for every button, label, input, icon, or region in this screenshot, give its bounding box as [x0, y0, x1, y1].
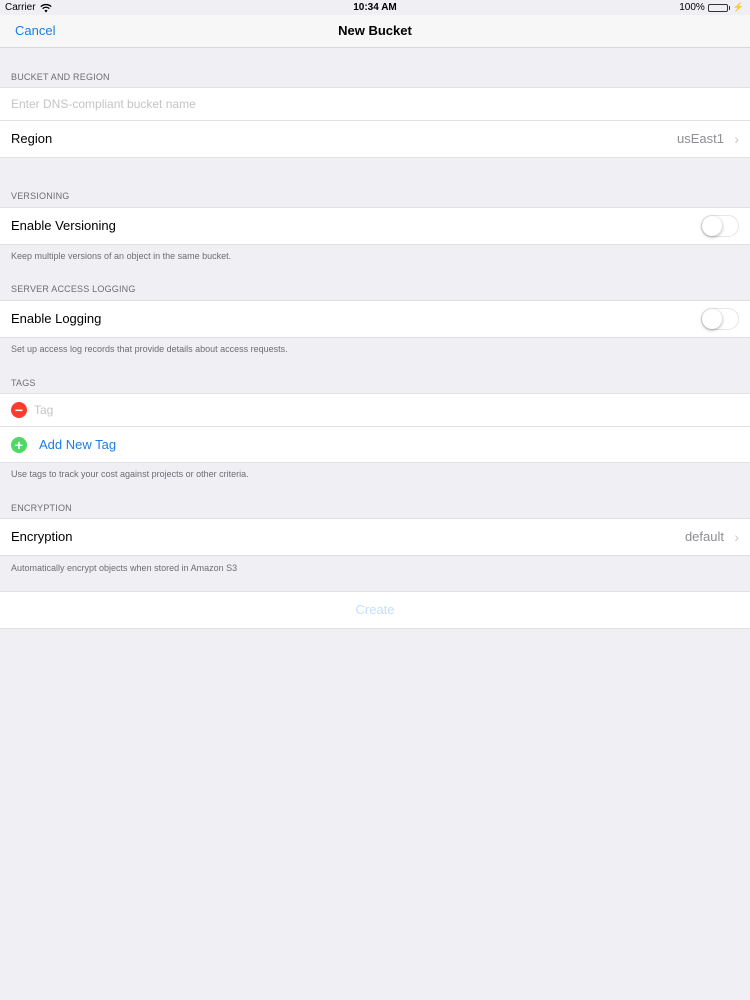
section-header-encryption: ENCRYPTION [11, 503, 72, 513]
charging-bolt-icon: ⚡ [732, 2, 744, 12]
section-header-versioning: VERSIONING [11, 191, 70, 201]
tags-group: − Tag + Add New Tag [0, 393, 750, 463]
toggle-knob [702, 216, 722, 236]
versioning-toggle[interactable] [701, 215, 739, 237]
battery-tip [728, 5, 730, 10]
page-title: New Bucket [338, 23, 412, 38]
tags-footer: Use tags to track your cost against proj… [11, 469, 249, 479]
section-header-logging: SERVER ACCESS LOGGING [11, 284, 136, 294]
enable-versioning-row: Enable Versioning [0, 208, 750, 244]
region-label: Region [11, 131, 53, 146]
navigation-bar: Cancel New Bucket [0, 15, 750, 48]
section-header-tags: TAGS [11, 378, 36, 388]
logging-group: Enable Logging [0, 300, 750, 338]
logging-toggle[interactable] [701, 308, 739, 330]
remove-tag-icon[interactable]: − [11, 402, 27, 418]
encryption-value: default [684, 529, 724, 544]
tag-input[interactable]: Tag [34, 394, 53, 426]
chevron-right-icon: › [734, 529, 739, 545]
enable-logging-row: Enable Logging [0, 301, 750, 337]
region-row[interactable]: Region usEast1 › [0, 121, 750, 157]
versioning-footer: Keep multiple versions of an object in t… [11, 251, 232, 261]
add-tag-icon[interactable]: + [11, 437, 27, 453]
region-value: usEast1 [677, 131, 724, 146]
battery-percent: 100% [679, 2, 705, 13]
encryption-row[interactable]: Encryption default › [0, 519, 750, 555]
bucket-name-input[interactable]: Enter DNS-compliant bucket name [11, 88, 196, 120]
create-button[interactable]: Create [0, 592, 750, 628]
encryption-group: Encryption default › [0, 518, 750, 556]
bucket-name-row[interactable]: Enter DNS-compliant bucket name [0, 88, 750, 121]
versioning-group: Enable Versioning [0, 207, 750, 245]
enable-versioning-label: Enable Versioning [11, 218, 116, 233]
create-row: Create [0, 591, 750, 629]
encryption-label: Encryption [11, 529, 73, 544]
chevron-right-icon: › [734, 131, 739, 147]
toggle-knob [702, 309, 722, 329]
enable-logging-label: Enable Logging [11, 311, 102, 326]
add-new-tag-row[interactable]: + Add New Tag [0, 427, 750, 463]
add-new-tag-button[interactable]: Add New Tag [39, 427, 116, 463]
battery-icon [707, 3, 728, 12]
encryption-footer: Automatically encrypt objects when store… [11, 563, 238, 573]
logging-footer: Set up access log records that provide d… [11, 344, 288, 354]
status-time: 10:34 AM [353, 2, 397, 13]
section-header-bucket-region: BUCKET AND REGION [11, 72, 110, 82]
bucket-region-group: Enter DNS-compliant bucket name Region u… [0, 87, 750, 158]
status-bar: Carrier 10:34 AM 100% ⚡ [0, 0, 750, 15]
tag-row: − Tag [0, 394, 750, 427]
